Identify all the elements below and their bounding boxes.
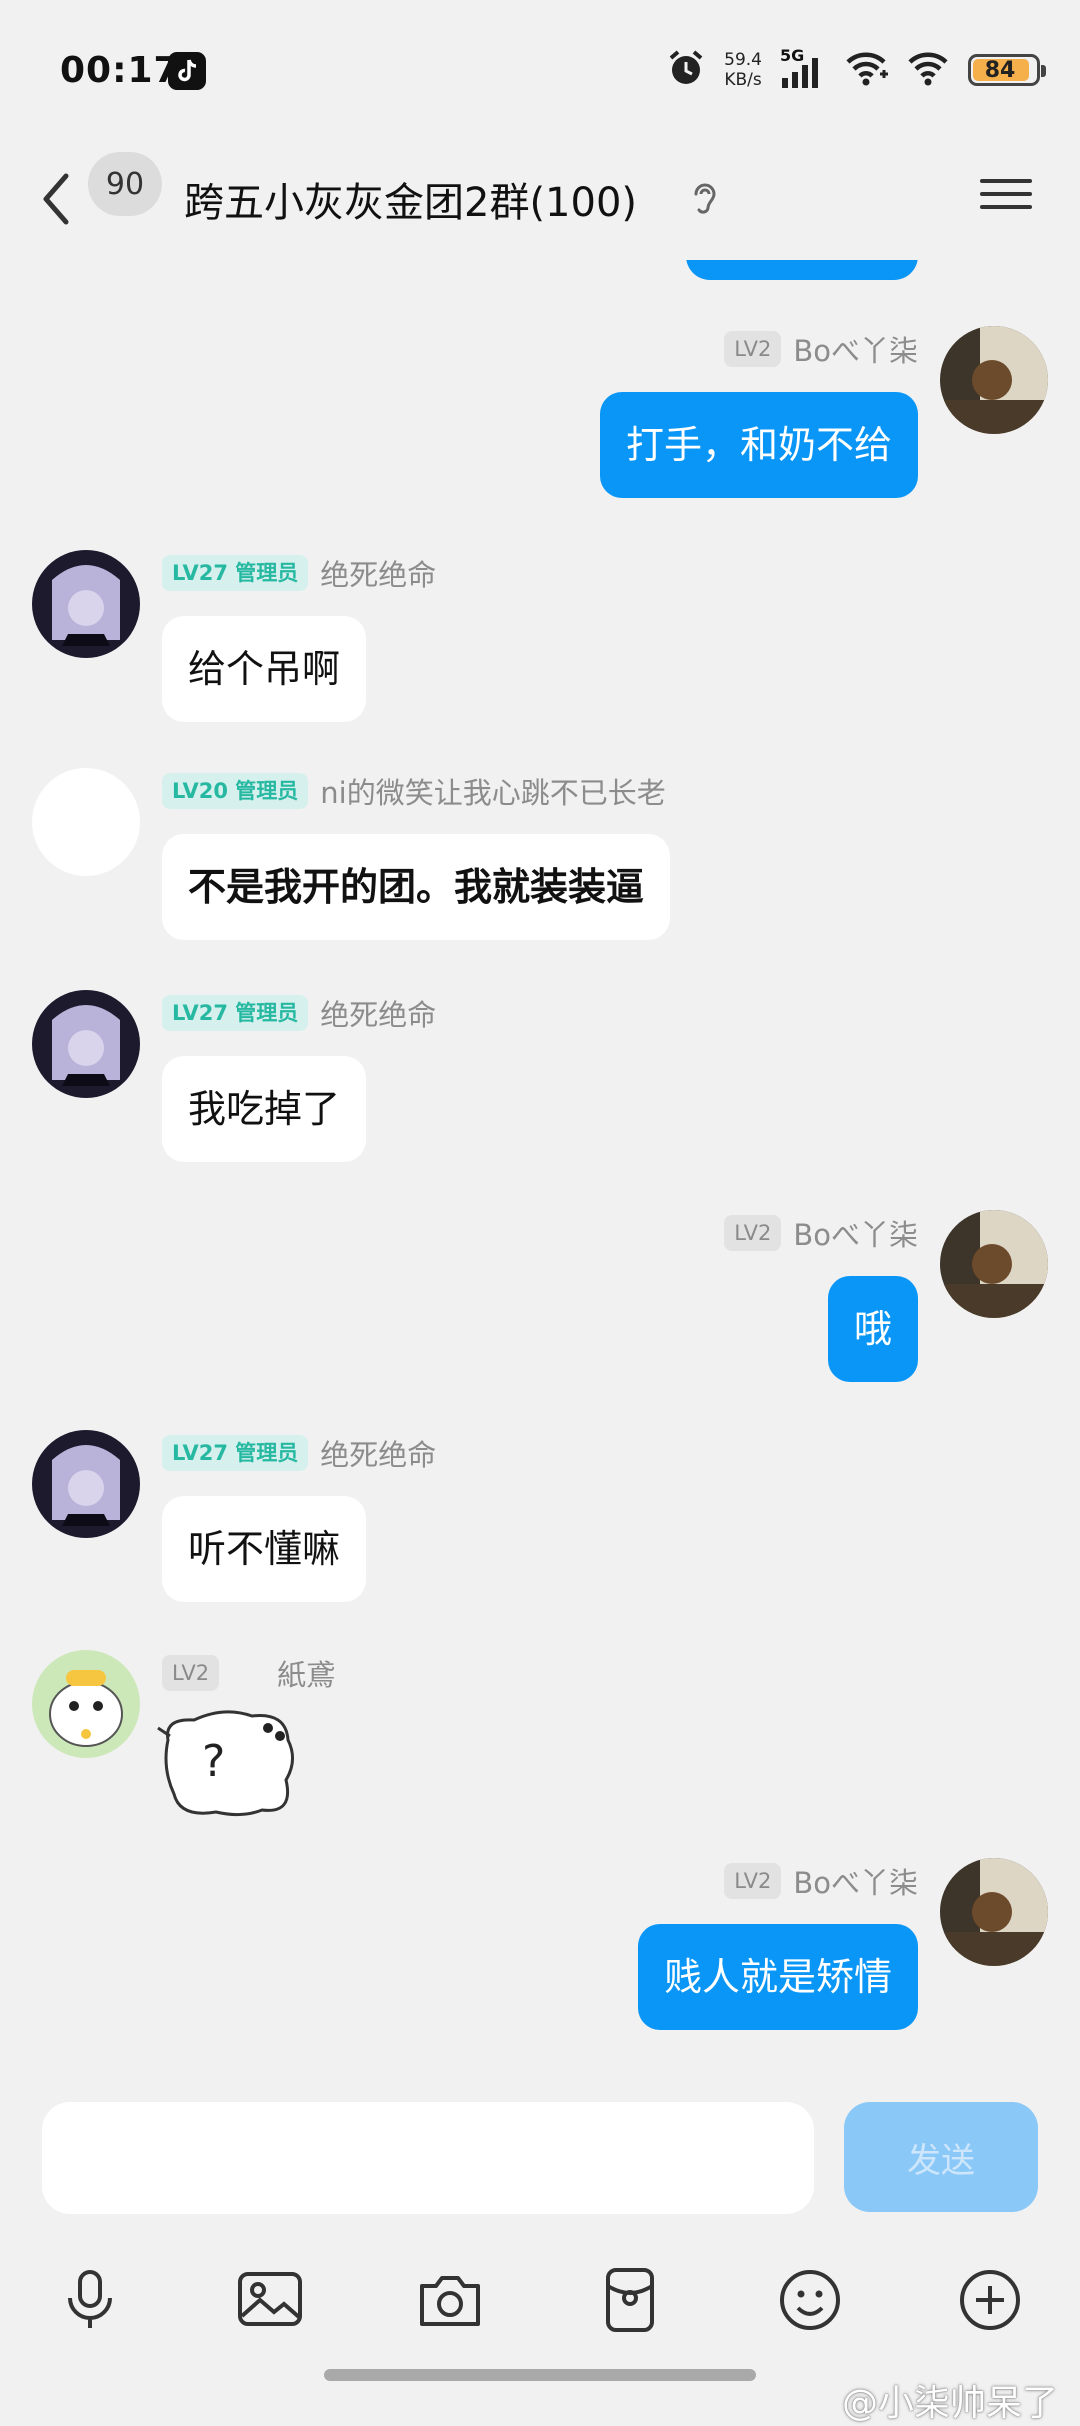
- microphone-icon[interactable]: [54, 2264, 126, 2336]
- message-bubble[interactable]: 哦: [827, 1276, 918, 1382]
- level-badge: LV2: [724, 1215, 782, 1251]
- level-text: LV27: [172, 561, 228, 585]
- chat-list[interactable]: LV2 Boべ丫柒 打手，和奶不给 LV27 管理员 绝死绝命 给个吊啊 LV2…: [0, 260, 1080, 2080]
- avatar[interactable]: [32, 768, 140, 876]
- emoji-icon[interactable]: [774, 2264, 846, 2336]
- role-text: 管理员: [235, 1441, 299, 1465]
- back-icon[interactable]: [36, 164, 76, 234]
- wifi-icon-2: [906, 48, 950, 92]
- avatar[interactable]: [32, 990, 140, 1098]
- level-badge: LV27 管理员: [162, 1435, 309, 1471]
- avatar[interactable]: [940, 1210, 1048, 1318]
- level-badge: LV27 管理员: [162, 995, 309, 1031]
- group-title[interactable]: 跨五小灰灰金团2群(100): [184, 170, 637, 228]
- avatar[interactable]: [32, 550, 140, 658]
- message-bubble[interactable]: 不是我开的团。我就装装逼: [162, 834, 671, 940]
- message-bubble[interactable]: 打手，和奶不给: [599, 392, 918, 498]
- status-bar: 00:17 59.4 KB/s 5G 84: [0, 0, 1080, 140]
- avatar[interactable]: [32, 1650, 140, 1758]
- red-packet-icon[interactable]: [594, 2264, 666, 2336]
- sender-name[interactable]: Boべ丫柒: [793, 328, 918, 370]
- level-badge: LV2: [162, 1655, 220, 1691]
- camera-icon[interactable]: [414, 2264, 486, 2336]
- sender-name[interactable]: Boべ丫柒: [793, 1212, 918, 1254]
- sender-name[interactable]: Boべ丫柒: [793, 1860, 918, 1902]
- home-indicator[interactable]: [324, 2369, 756, 2381]
- level-text: LV27: [172, 1001, 228, 1025]
- wifi-icon: [844, 48, 888, 92]
- sender-name[interactable]: 绝死绝命: [320, 992, 436, 1034]
- message-bubble[interactable]: 我吃掉了: [162, 1056, 367, 1162]
- message-input[interactable]: [42, 2102, 814, 2214]
- signal-icon: 5G: [780, 46, 826, 90]
- message-bubble[interactable]: 给个吊啊: [162, 616, 367, 722]
- sticker-text: ?: [202, 1736, 226, 1787]
- sender-name[interactable]: 紙鳶: [277, 1652, 335, 1694]
- avatar[interactable]: [940, 1858, 1048, 1966]
- role-text: 管理员: [235, 779, 299, 803]
- sender-name[interactable]: 绝死绝命: [320, 552, 436, 594]
- battery-icon: 84: [968, 54, 1046, 86]
- net-speed: 59.4 KB/s: [724, 50, 762, 90]
- ear-icon[interactable]: [690, 178, 720, 222]
- sender-name[interactable]: 绝死绝命: [320, 1432, 436, 1474]
- battery-level: 84: [984, 57, 1016, 83]
- level-badge: LV27 管理员: [162, 555, 309, 591]
- avatar[interactable]: [32, 1430, 140, 1538]
- level-badge: LV20 管理员: [162, 773, 309, 809]
- role-text: 管理员: [235, 1001, 299, 1025]
- tiktok-icon: [168, 52, 206, 90]
- alarm-icon: [666, 48, 706, 92]
- net-speed-unit: KB/s: [724, 70, 762, 90]
- avatar[interactable]: [940, 326, 1048, 434]
- level-text: LV20: [172, 779, 228, 803]
- message-bubble-partial[interactable]: [686, 260, 918, 280]
- net-speed-value: 59.4: [724, 50, 762, 70]
- chat-header: 90 跨五小灰灰金团2群(100): [0, 140, 1080, 260]
- role-text: 管理员: [235, 561, 299, 585]
- image-icon[interactable]: [234, 2264, 306, 2336]
- unread-count-badge[interactable]: 90: [88, 152, 162, 216]
- level-badge: LV2: [724, 331, 782, 367]
- message-bubble[interactable]: 贱人就是矫情: [637, 1924, 918, 2030]
- menu-icon[interactable]: [980, 170, 1032, 226]
- sticker-message[interactable]: ?: [156, 1700, 296, 1820]
- toolbar: [0, 2240, 1080, 2360]
- level-text: LV27: [172, 1441, 228, 1465]
- message-bubble[interactable]: 听不懂嘛: [162, 1496, 367, 1602]
- watermark: @小柒帅呆了: [841, 2383, 1058, 2424]
- input-bar: 发送: [0, 2080, 1080, 2400]
- level-badge: LV2: [724, 1863, 782, 1899]
- sender-name[interactable]: ni的微笑让我心跳不已长老: [320, 770, 665, 812]
- send-button[interactable]: 发送: [844, 2102, 1038, 2212]
- clock: 00:17: [60, 50, 180, 91]
- plus-icon[interactable]: [954, 2264, 1026, 2336]
